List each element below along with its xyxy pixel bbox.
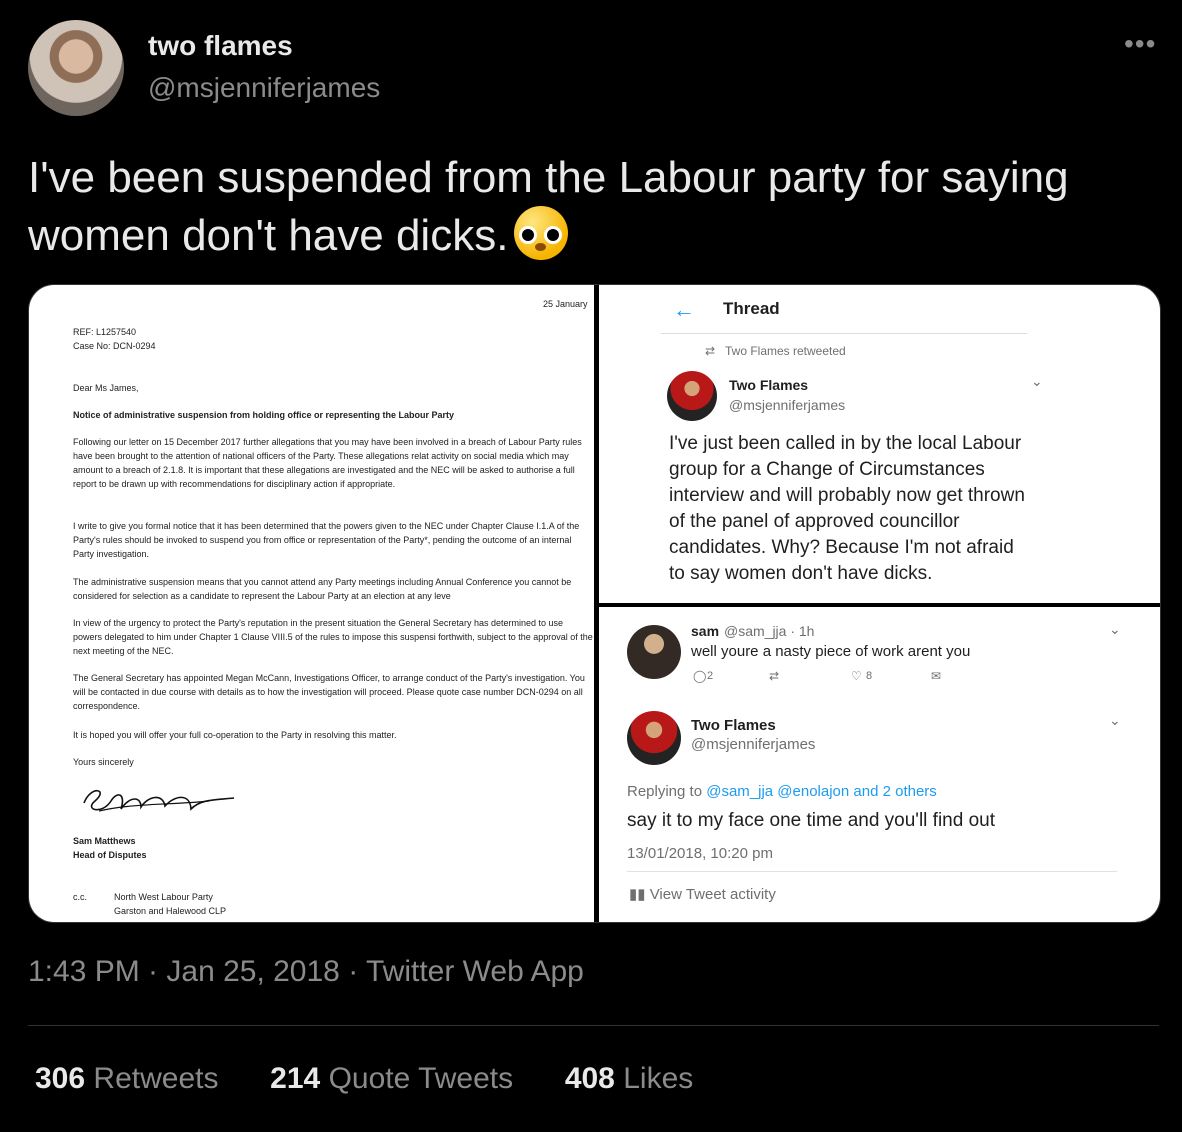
two-flames-avatar (667, 371, 717, 421)
letter-date: 25 January (543, 299, 588, 309)
view-tweet-activity-link[interactable]: ▮▮ View Tweet activity (629, 885, 776, 903)
heart-icon[interactable]: ♡ (851, 669, 862, 683)
suspension-letter-image[interactable]: 25 January REF: L1257540 Case No: DCN-02… (29, 285, 594, 922)
letter-salutation: Dear Ms James, (73, 383, 139, 393)
chevron-down-icon[interactable]: ⌄ (1109, 621, 1121, 638)
thread-divider (661, 333, 1027, 334)
more-options-icon[interactable]: ••• (1124, 28, 1156, 60)
reply-handle[interactable]: @msjenniferjames (691, 736, 815, 753)
letter-signatory: Sam Matthews (73, 836, 136, 846)
thread-screenshot-image[interactable]: ← Thread ⇄ Two Flames retweeted Two Flam… (599, 285, 1160, 603)
retweeted-label: Two Flames retweeted (725, 344, 846, 358)
quote-tweets-stat[interactable]: 214 Quote Tweets (270, 1062, 513, 1095)
signature-image (83, 789, 235, 812)
letter-cc-recipient: Garston and Halewood CLP (114, 906, 227, 916)
letter-closing: Yours sincerely (73, 757, 134, 767)
back-arrow-icon[interactable]: ← (673, 297, 695, 323)
letter-cc-label: c.c. (73, 892, 88, 902)
letter-case: Case No: DCN-0294 (73, 341, 156, 351)
thread-title: Thread (723, 299, 780, 318)
sam-tweet-text: well youre a nasty piece of work arent y… (691, 643, 971, 660)
thread-tweet-text: I've just been called in by the local La… (669, 433, 1025, 584)
letter-heading: Notice of administrative suspension from… (73, 410, 455, 420)
like-count: 8 (866, 670, 873, 682)
author-handle[interactable]: @msjenniferjames (148, 72, 380, 104)
reply-tweet-text: say it to my face one time and you'll fi… (627, 810, 995, 831)
tweet-media-grid[interactable]: 25 January REF: L1257540 Case No: DCN-02… (28, 284, 1161, 923)
retweets-stat[interactable]: 306 Retweets (35, 1062, 218, 1095)
tweet-stats: 306 Retweets 214 Quote Tweets 408 Likes (35, 1062, 693, 1096)
replying-handles-link[interactable]: @sam_jja @enolajon and 2 others (706, 783, 937, 800)
thread-handle[interactable]: @msjenniferjames (729, 397, 845, 413)
two-flames-avatar (627, 711, 681, 765)
retweet-icon: ⇄ (705, 344, 716, 358)
replying-to-label: Replying to @sam_jja @enolajon and 2 oth… (627, 783, 937, 800)
chevron-down-icon[interactable]: ⌄ (1109, 712, 1121, 729)
thread-name[interactable]: Two Flames (729, 377, 808, 393)
comment-icon[interactable]: ◯ (693, 669, 706, 683)
letter-cc-recipient: North West Labour Party (114, 892, 213, 902)
profile-avatar[interactable] (28, 20, 124, 116)
reply-timestamp[interactable]: 13/01/2018, 10:20 pm (627, 845, 773, 862)
replying-prefix: Replying to (627, 783, 703, 800)
activity-icon: ▮▮ (629, 886, 646, 903)
sam-handle[interactable]: @sam_jja · 1h (724, 623, 814, 639)
letter-paragraph: The General Secretary has appointed Mega… (73, 673, 585, 711)
reply-name[interactable]: Two Flames (691, 717, 776, 734)
sam-name[interactable]: sam (691, 623, 719, 639)
chevron-down-icon[interactable]: ⌄ (1031, 373, 1043, 390)
sam-avatar (627, 625, 681, 679)
letter-paragraph: I write to give you formal notice that i… (73, 521, 580, 559)
tweet-meta[interactable]: 1:43 PM · Jan 25, 2018 · Twitter Web App (28, 955, 584, 989)
message-icon[interactable]: ✉ (931, 669, 941, 683)
tweet-text: I've been suspended from the Labour part… (28, 150, 1138, 264)
reply-screenshot-image[interactable]: sam @sam_jja · 1h well youre a nasty pie… (599, 607, 1160, 922)
letter-paragraph: The administrative suspension means that… (73, 577, 572, 601)
letter-paragraph: In view of the urgency to protect the Pa… (73, 618, 593, 656)
retweet-icon[interactable]: ⇄ (769, 669, 779, 683)
flushed-face-icon (514, 206, 569, 260)
letter-paragraph: It is hoped you will offer your full co-… (73, 730, 397, 740)
likes-stat[interactable]: 408 Likes (565, 1062, 693, 1095)
reply-divider (627, 871, 1117, 872)
letter-title: Head of Disputes (73, 850, 147, 860)
comment-count: 2 (707, 670, 714, 682)
stats-divider (28, 1025, 1159, 1026)
author-name[interactable]: two flames (148, 30, 293, 62)
letter-paragraph: Following our letter on 15 December 2017… (73, 437, 582, 489)
letter-ref: REF: L1257540 (73, 327, 137, 337)
view-tweet-activity-label: View Tweet activity (649, 886, 776, 903)
